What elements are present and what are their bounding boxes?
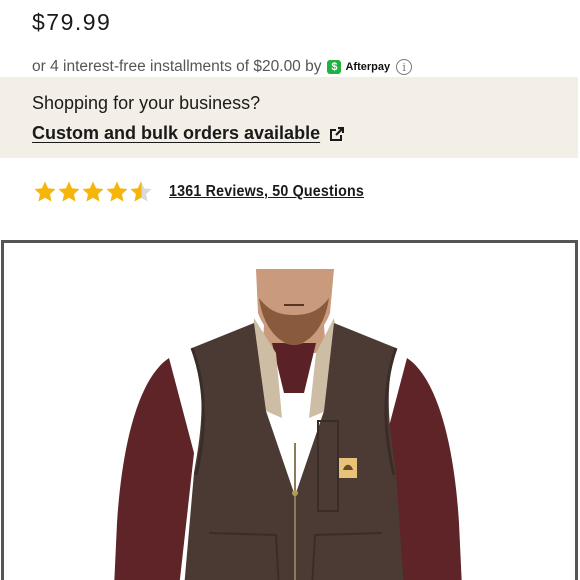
custom-bulk-orders-link[interactable]: Custom and bulk orders available bbox=[32, 123, 345, 144]
info-icon[interactable]: i bbox=[396, 59, 413, 75]
installments-line: or 4 interest-free installments of $20.0… bbox=[32, 58, 413, 76]
star-icon bbox=[34, 181, 56, 202]
custom-bulk-orders-label: Custom and bulk orders available bbox=[32, 123, 321, 143]
half-star-icon bbox=[130, 181, 152, 202]
star-icon bbox=[82, 181, 104, 202]
product-image bbox=[4, 243, 575, 580]
reviews-questions-link[interactable]: 1361 Reviews, 50 Questions bbox=[169, 183, 364, 201]
star-icon bbox=[58, 181, 80, 202]
star-rating[interactable] bbox=[33, 180, 153, 204]
installments-text: or 4 interest-free installments of $20.0… bbox=[32, 58, 322, 75]
product-price: $79.99 bbox=[32, 9, 112, 35]
star-icon bbox=[106, 181, 128, 202]
reviews-row: 1361 Reviews, 50 Questions bbox=[33, 180, 381, 204]
business-banner: Shopping for your business? Custom and b… bbox=[0, 77, 578, 158]
afterpay-logo-icon: $ bbox=[327, 60, 342, 74]
product-image-frame[interactable] bbox=[1, 240, 578, 580]
afterpay-label: Afterpay bbox=[345, 61, 391, 73]
business-banner-heading: Shopping for your business? bbox=[32, 93, 261, 113]
afterpay-logo[interactable]: $ Afterpay bbox=[327, 60, 390, 74]
external-link-icon bbox=[330, 126, 345, 141]
